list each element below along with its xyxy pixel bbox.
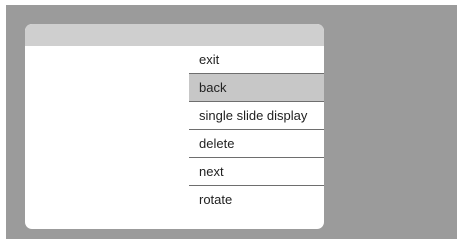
menu-item-back[interactable]: back: [189, 74, 324, 102]
menu-item-exit[interactable]: exit: [189, 46, 324, 74]
menu-item-single-slide-display[interactable]: single slide display: [189, 102, 324, 130]
menu-item-next[interactable]: next: [189, 158, 324, 186]
menu-item-delete[interactable]: delete: [189, 130, 324, 158]
context-menu-panel: exit back single slide display delete ne…: [25, 24, 324, 229]
menu-item-rotate[interactable]: rotate: [189, 186, 324, 213]
screen-backdrop: exit back single slide display delete ne…: [6, 5, 457, 239]
context-menu: exit back single slide display delete ne…: [189, 46, 324, 213]
panel-header-bar: [25, 24, 324, 46]
